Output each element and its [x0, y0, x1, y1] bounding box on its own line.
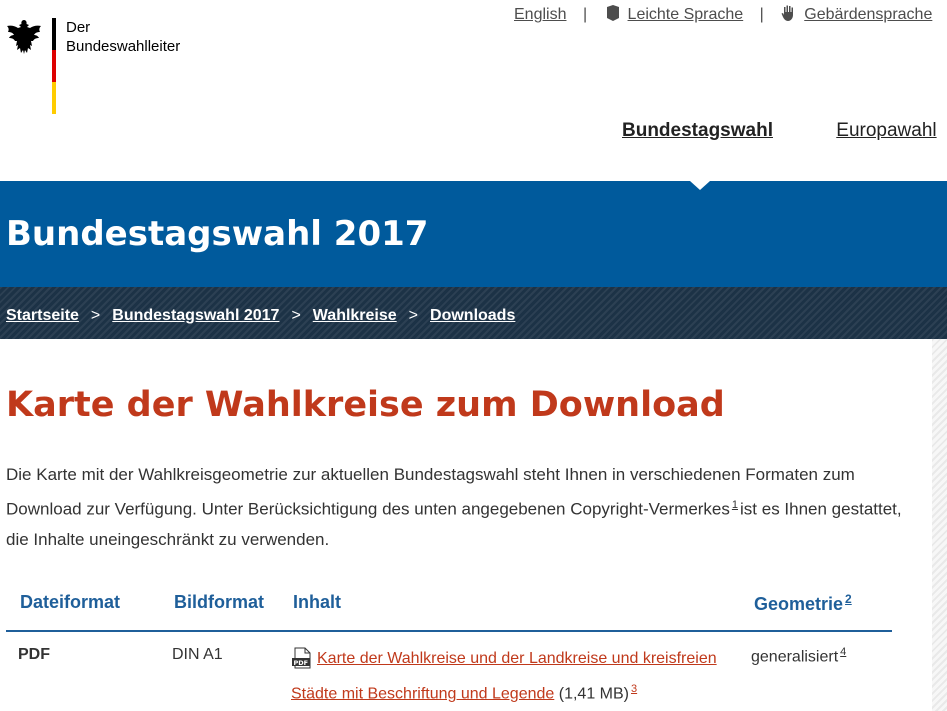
cell-geometrie-label: generalisiert	[751, 648, 839, 666]
main-nav-bundestagswahl[interactable]: Bundestagswahl	[622, 120, 773, 141]
nav-indicator-notch	[690, 181, 710, 190]
meta-link-gebaerdensprache[interactable]: Gebärdensprache	[780, 5, 933, 23]
meta-separator: |	[582, 6, 588, 23]
header-inhalt: Inhalt	[293, 592, 341, 612]
decorative-side-strip	[932, 339, 947, 711]
federal-eagle-icon	[7, 20, 41, 54]
header-geometrie-label: Geometrie	[754, 594, 844, 614]
main-nav-europawahl[interactable]: Europawahl	[836, 120, 936, 141]
page-title: Karte der Wahlkreise zum Download	[6, 385, 725, 425]
meta-separator: |	[759, 6, 764, 23]
header-dateiformat: Dateiformat	[20, 592, 121, 612]
flag-bar	[52, 18, 56, 114]
logo-text: Der Bundeswahlleiter	[66, 18, 180, 56]
intro-text-part-1: Die Karte mit der Wahlkreisgeometrie zur…	[6, 465, 855, 519]
main-nav: Bundestagswahl Europawahl	[622, 120, 947, 142]
breadcrumb-downloads[interactable]: Downloads	[430, 307, 515, 324]
table-header: Dateiformat Bildformat Inhalt Geometrie 2	[6, 584, 892, 632]
cell-dateiformat: PDF	[18, 646, 50, 663]
meta-link-leichte-sprache-label: Leichte Sprache	[627, 6, 744, 23]
footnote-link-1[interactable]: 1	[732, 499, 738, 511]
pdf-file-icon: PDF	[292, 647, 311, 669]
cell-inhalt: PDF Karte der Wahlkreise und der Landkre…	[291, 644, 741, 709]
footnote-link-3[interactable]: 3	[631, 683, 637, 695]
easy-language-icon	[606, 5, 619, 21]
sign-language-icon	[781, 5, 794, 21]
footnote-link-4[interactable]: 4	[840, 646, 846, 658]
file-size: (1,41 MB)	[558, 685, 629, 703]
meta-nav: English | Leichte Sprache | Gebärdenspra…	[514, 4, 947, 24]
logo-line-2: Bundeswahlleiter	[66, 38, 181, 55]
breadcrumb-bundestagswahl-2017[interactable]: Bundestagswahl 2017	[112, 307, 279, 324]
cell-geometrie: generalisiert 4	[751, 646, 848, 666]
breadcrumb-separator: >	[408, 307, 419, 324]
download-link-pdf[interactable]: Karte der Wahlkreise und der Landkreise …	[291, 650, 717, 702]
header-bildformat: Bildformat	[174, 592, 264, 612]
footnote-link-2[interactable]: 2	[845, 592, 852, 606]
intro-text: Die Karte mit der Wahlkreisgeometrie zur…	[6, 460, 906, 555]
breadcrumb-wahlkreise[interactable]: Wahlkreise	[313, 307, 397, 324]
meta-link-leichte-sprache[interactable]: Leichte Sprache	[604, 5, 744, 23]
breadcrumb: Startseite > Bundestagswahl 2017 > Wahlkreis…	[0, 287, 947, 339]
svg-text:PDF: PDF	[294, 659, 309, 667]
breadcrumb-separator: >	[90, 307, 101, 324]
logo[interactable]: Der Bundeswahlleiter	[6, 18, 206, 118]
meta-link-gebaerdensprache-label: Gebärdensprache	[804, 6, 933, 23]
download-table: Dateiformat Bildformat Inhalt Geometrie 2…	[6, 584, 892, 711]
breadcrumb-separator: >	[291, 307, 301, 324]
cell-bildformat: DIN A1	[172, 646, 223, 663]
header-geometrie: Geometrie 2	[754, 592, 854, 615]
meta-link-english[interactable]: English	[514, 6, 566, 23]
logo-line-1: Der	[66, 19, 91, 36]
table-row: PDF DIN A1 PDF Karte der Wahlkreise und …	[6, 632, 892, 711]
banner-title: Bundestagswahl 2017	[6, 214, 429, 254]
breadcrumb-startseite[interactable]: Startseite	[6, 307, 79, 324]
